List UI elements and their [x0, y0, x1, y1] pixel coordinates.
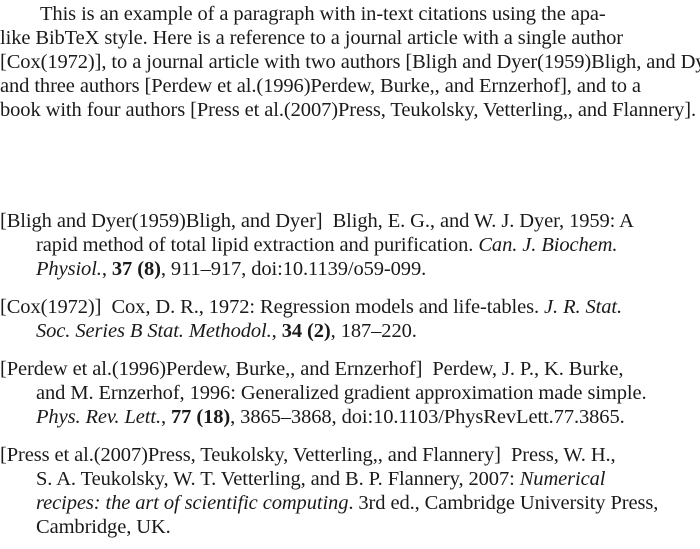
reference-volume: 34 (2)	[281, 320, 331, 342]
reference-journal-cont: Soc. Series B Stat. Methodol.	[36, 320, 272, 342]
paragraph-line-5: book with four authors [Press et al.(200…	[0, 99, 697, 121]
reference-authors: Perdew, J. P., K. Burke,	[432, 358, 624, 380]
reference-authors: Bligh, E. G., and W. J. Dyer, 1959: A	[332, 210, 634, 232]
reference-book-title: Numerical	[519, 468, 606, 490]
reference-title: rapid method of total lipid extraction a…	[36, 234, 474, 256]
reference-location: Cambridge, UK.	[36, 516, 171, 538]
reference-volume: 37 (8)	[111, 258, 161, 280]
document-page: This is an example of a paragraph with i…	[0, 0, 700, 549]
reference-journal: Can. J. Biochem.	[478, 234, 618, 256]
reference-volume: 77 (18)	[171, 406, 231, 428]
reference-authors-title: Cox, D. R., 1972: Regression models and …	[111, 296, 539, 318]
reference-label: [Press et al.(2007)Press, Teukolsky, Vet…	[0, 444, 501, 466]
reference-pages: , 187–220.	[330, 320, 417, 342]
reference-label: [Bligh and Dyer(1959)Bligh, and Dyer]	[0, 210, 323, 232]
reference-title: and M. Ernzerhof, 1996: Generalized grad…	[36, 382, 647, 404]
reference-publisher: . 3rd ed., Cambridge University Press,	[348, 492, 659, 514]
reference-label: [Perdew et al.(1996)Perdew, Burke,, and …	[0, 358, 423, 380]
reference-pages-doi: , 3865–3868, doi:10.1103/PhysRevLett.77.…	[230, 406, 625, 428]
paragraph-line-2: like BibTeX style. Here is a reference t…	[0, 27, 623, 49]
reference-journal: Phys. Rev. Lett.	[36, 406, 161, 428]
reference-book-title-cont: recipes: the art of scientific computing	[36, 492, 349, 514]
reference-pages-doi: , 911–917, doi:10.1139/o59-099.	[160, 258, 427, 280]
reference-journal-cont: Physiol.	[36, 258, 102, 280]
reference-label: [Cox(1972)]	[0, 296, 102, 318]
paragraph-line-1: This is an example of a paragraph with i…	[40, 3, 606, 25]
reference-authors-cont: S. A. Teukolsky, W. T. Vetterling, and B…	[36, 468, 515, 490]
paragraph-line-3: [Cox(1972)], to a journal article with t…	[0, 51, 700, 73]
reference-journal: J. R. Stat.	[544, 296, 623, 318]
paragraph-line-4: and three authors [Perdew et al.(1996)Pe…	[0, 75, 641, 97]
reference-authors: Press, W. H.,	[510, 444, 616, 466]
